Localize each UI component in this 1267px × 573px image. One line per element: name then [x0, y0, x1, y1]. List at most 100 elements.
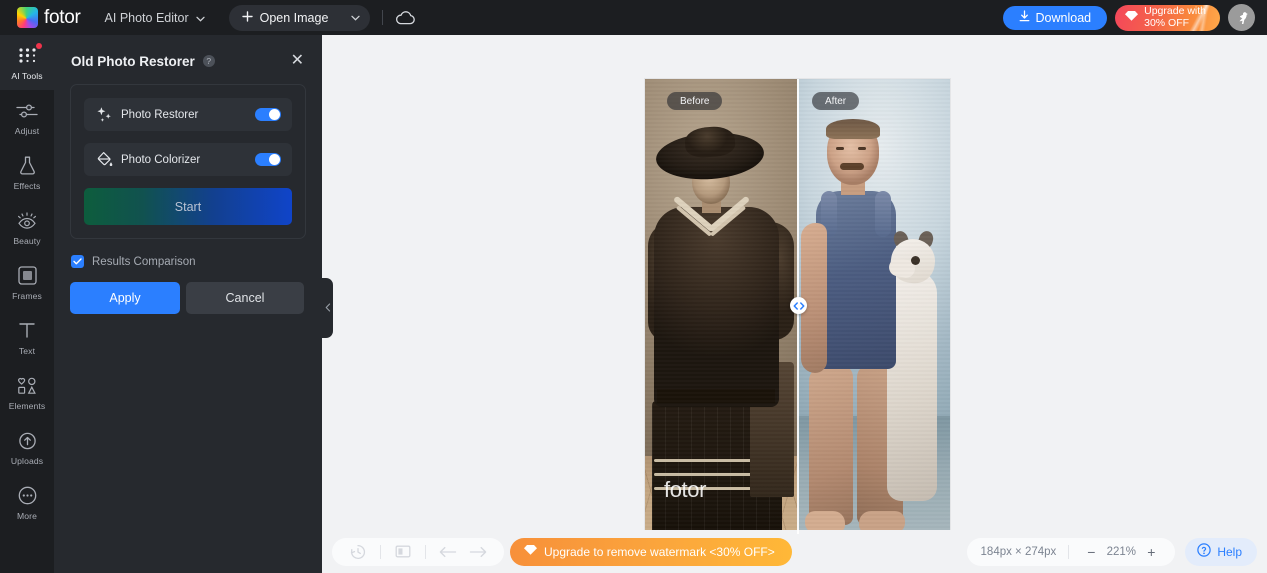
apply-button[interactable]: Apply — [70, 282, 180, 314]
upgrade-button[interactable]: Upgrade with 30% OFF — [1115, 4, 1220, 31]
left-right-arrows-icon — [793, 301, 804, 310]
download-button[interactable]: Download — [1002, 5, 1108, 30]
after-strap-right — [875, 191, 891, 237]
sidebar-item-beauty[interactable]: Beauty — [0, 200, 54, 255]
compare-button[interactable] — [389, 538, 417, 566]
sliders-icon — [16, 100, 38, 122]
sidebar-item-label: Beauty — [13, 235, 41, 246]
compare-split-icon — [395, 545, 411, 558]
ellipsis-icon — [18, 485, 37, 507]
cloud-save-icon[interactable] — [395, 10, 416, 25]
comparison-drag-handle[interactable] — [790, 297, 807, 314]
left-tool-rail: AI Tools Adjust Effects Beauty Frames Te… — [0, 35, 54, 573]
remove-watermark-button[interactable]: Upgrade to remove watermark <30% OFF> — [510, 537, 792, 566]
sidebar-item-frames[interactable]: Frames — [0, 255, 54, 310]
bottom-toolbar: Upgrade to remove watermark <30% OFF> 18… — [322, 530, 1267, 573]
sidebar-item-label: Elements — [8, 400, 46, 411]
start-button[interactable]: Start — [84, 188, 292, 225]
open-image-button[interactable]: Open Image — [229, 5, 343, 31]
comparison-photo-viewer[interactable]: fotor Before After — [645, 79, 950, 534]
frame-icon — [17, 265, 37, 287]
open-image-dropdown-toggle[interactable] — [342, 5, 368, 31]
help-label: Help — [1217, 544, 1242, 559]
help-info-icon[interactable]: ? — [202, 55, 215, 67]
sidebar-item-elements[interactable]: Elements — [0, 365, 54, 420]
image-dimensions: 184px × 274px — [980, 545, 1057, 558]
sidebar-item-text[interactable]: Text — [0, 310, 54, 365]
sidebar-item-adjust[interactable]: Adjust — [0, 90, 54, 145]
sidebar-item-label: More — [17, 510, 37, 521]
chevron-left-icon — [325, 299, 331, 317]
avatar[interactable] — [1228, 4, 1255, 31]
shapes-icon — [17, 375, 37, 397]
sidebar-item-label: Uploads — [10, 455, 44, 466]
eye-icon — [17, 210, 37, 232]
photo-restorer-row[interactable]: Photo Restorer — [84, 98, 292, 131]
sidebar-item-uploads[interactable]: Uploads — [0, 420, 54, 475]
after-eye-left — [836, 147, 844, 150]
after-subject-man — [799, 119, 949, 534]
page-title: Old Photo Restorer — [71, 53, 195, 69]
question-circle-icon — [1197, 543, 1212, 560]
fotor-watermark: fotor — [664, 477, 707, 502]
after-label-badge: After — [812, 92, 860, 110]
toolbar-divider — [425, 544, 426, 559]
sparkle-icon — [96, 106, 115, 123]
toggle-knob — [269, 154, 280, 165]
photo-colorizer-toggle[interactable] — [255, 153, 281, 166]
toggle-knob — [269, 109, 280, 120]
tool-panel: Old Photo Restorer ? ✕ Photo Restorer Ph… — [54, 35, 322, 573]
grid-dots-icon — [18, 45, 37, 67]
undo-button[interactable] — [434, 538, 462, 566]
open-image-control: Open Image — [228, 4, 371, 31]
new-badge-dot — [36, 43, 42, 49]
sidebar-item-ai-tools[interactable]: AI Tools — [0, 35, 54, 90]
fotor-editor-window: fotor AI Photo Editor Open Image Downloa… — [0, 0, 1267, 573]
sidebar-item-label: Adjust — [14, 125, 40, 136]
sidebar-item-label: Frames — [12, 290, 42, 301]
upgrade-text-block: Upgrade with 30% OFF — [1144, 5, 1206, 29]
redo-button[interactable] — [464, 538, 492, 566]
plus-icon — [241, 10, 253, 25]
diamond-icon — [1125, 10, 1139, 26]
open-image-label: Open Image — [259, 10, 329, 25]
zoom-control-group: 184px × 274px − 221% + — [966, 537, 1176, 566]
undo-arrow-icon — [439, 546, 457, 557]
zoom-level-value: 221% — [1106, 545, 1137, 558]
upgrade-line-2: 30% OFF — [1144, 16, 1190, 29]
paint-bucket-icon — [96, 151, 115, 168]
history-clock-icon — [350, 544, 366, 559]
photo-restorer-toggle[interactable] — [255, 108, 281, 121]
chevron-down-icon — [195, 11, 205, 25]
help-button[interactable]: Help — [1185, 537, 1257, 566]
brand-logo[interactable]: fotor — [17, 7, 81, 29]
zoom-in-button[interactable]: + — [1141, 542, 1161, 562]
editor-mode-selector[interactable]: AI Photo Editor — [105, 11, 205, 25]
photo-colorizer-row[interactable]: Photo Colorizer — [84, 143, 292, 176]
collapse-panel-tab[interactable] — [322, 278, 333, 338]
zoom-out-button[interactable]: − — [1081, 542, 1101, 562]
panel-header: Old Photo Restorer ? ✕ — [54, 35, 322, 71]
sidebar-item-effects[interactable]: Effects — [0, 145, 54, 200]
after-left-leg — [809, 365, 853, 525]
results-comparison-checkbox[interactable]: Results Comparison — [71, 255, 322, 268]
download-icon — [1019, 10, 1030, 25]
diamond-icon — [524, 544, 537, 559]
bottom-right-controls: 184px × 274px − 221% + Help — [966, 537, 1257, 566]
tool-options-card: Photo Restorer Photo Colorizer Start — [70, 84, 306, 239]
history-tool-group — [332, 537, 504, 566]
close-icon[interactable]: ✕ — [291, 53, 304, 69]
after-image-half — [797, 79, 950, 534]
after-left-arm — [801, 223, 827, 373]
checkbox-checked-icon — [71, 255, 84, 268]
remove-watermark-label: Upgrade to remove watermark <30% OFF> — [544, 544, 775, 559]
before-subject-woman — [648, 125, 794, 534]
after-hair — [826, 119, 880, 139]
cancel-button[interactable]: Cancel — [186, 282, 304, 314]
flask-icon — [19, 155, 36, 177]
sidebar-item-label: Effects — [13, 180, 41, 191]
sidebar-item-more[interactable]: More — [0, 475, 54, 530]
history-button[interactable] — [344, 538, 372, 566]
bird-avatar-icon — [1239, 11, 1248, 24]
after-mustache — [840, 163, 864, 170]
